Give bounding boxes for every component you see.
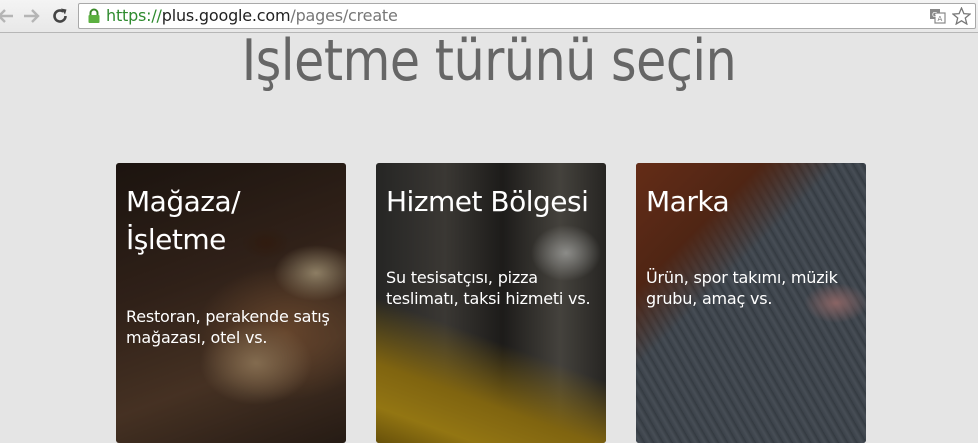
page-title: Işletme türünü seçin [241, 28, 737, 94]
reload-button[interactable] [48, 4, 72, 28]
lock-icon [87, 8, 101, 29]
card-title: Mağaza/ İşletme [126, 185, 241, 256]
forward-arrow-icon [23, 8, 41, 24]
forward-button[interactable] [20, 4, 44, 28]
back-button[interactable] [0, 4, 16, 28]
card-description: Restoran, perakende satış mağazası, otel… [126, 307, 330, 347]
card-title: Marka [646, 185, 730, 218]
reload-icon [51, 7, 69, 25]
back-arrow-icon [0, 8, 14, 24]
star-icon[interactable] [951, 6, 972, 30]
card-store-business[interactable]: Mağaza/ İşletme Restoran, perakende satı… [116, 163, 346, 443]
url-scheme: https:// [106, 6, 162, 25]
translate-icon[interactable]: GA [929, 7, 947, 30]
card-brand[interactable]: Marka Ürün, spor takımı, müzik grubu, am… [636, 163, 866, 443]
card-title: Hizmet Bölgesi [386, 185, 589, 218]
svg-text:A: A [938, 15, 943, 23]
address-bar[interactable]: https://plus.google.com/pages/create GA [78, 3, 976, 29]
card-description: Ürün, spor takımı, müzik grubu, amaç vs. [646, 268, 838, 308]
card-description: Su tesisatçısı, pizza teslimatı, taksi h… [386, 268, 591, 308]
card-service-area[interactable]: Hizmet Bölgesi Su tesisatçısı, pizza tes… [376, 163, 606, 443]
url-path: /pages/create [290, 6, 398, 25]
url-text[interactable]: https://plus.google.com/pages/create [106, 7, 398, 25]
url-host: plus.google.com [161, 6, 291, 25]
